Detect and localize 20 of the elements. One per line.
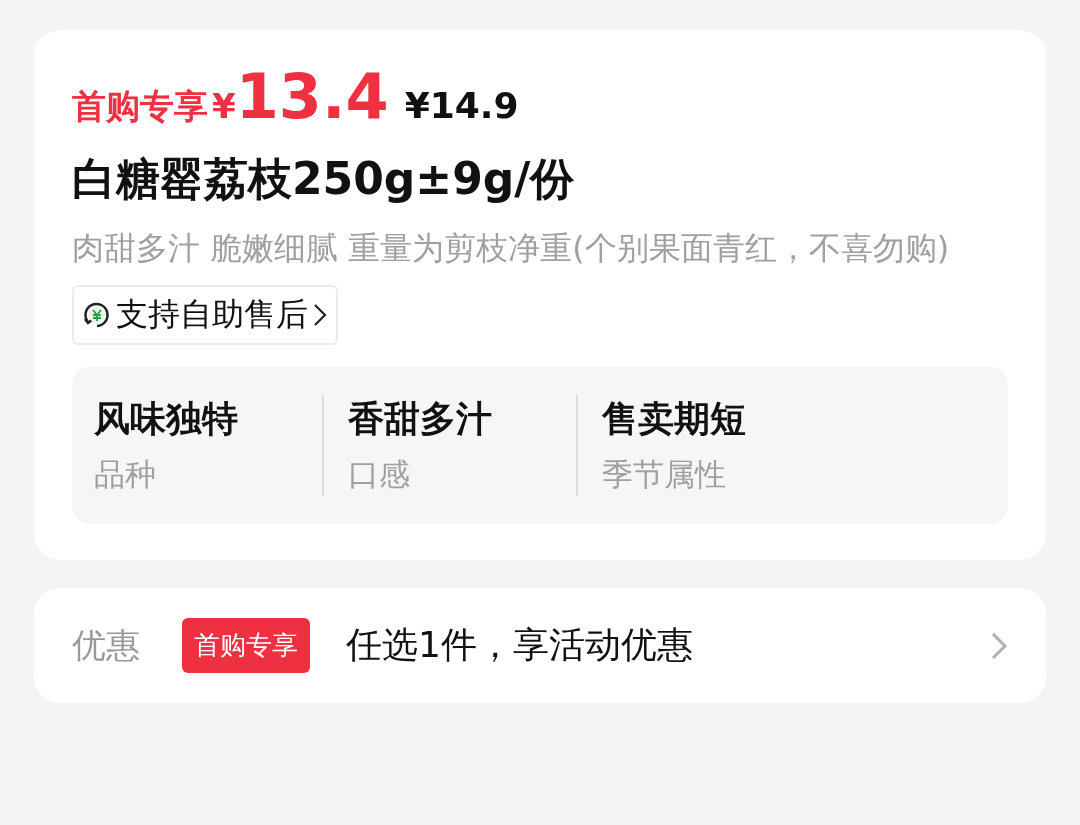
attribute-label: 品种 bbox=[94, 455, 157, 494]
promotion-badge: 首购专享 bbox=[182, 618, 310, 673]
attribute-label: 季节属性 bbox=[602, 455, 727, 494]
promo-price-label: 首购专享 bbox=[72, 89, 208, 123]
product-title: 白糖罂荔枝250g±9g/份 bbox=[72, 152, 576, 206]
product-description: 肉甜多汁 脆嫩细腻 重量为剪枝净重(个别果面青红，不喜勿购) bbox=[72, 228, 951, 269]
chevron-right-icon bbox=[990, 630, 1008, 661]
attribute-value: 香甜多汁 bbox=[348, 397, 493, 441]
promo-price: 13.4 bbox=[235, 66, 389, 128]
attribute-value: 风味独特 bbox=[94, 397, 239, 441]
original-price: ¥14.9 bbox=[404, 88, 519, 124]
yuan-refresh-icon bbox=[82, 300, 112, 330]
after-sales-chip[interactable]: 支持自助售后 bbox=[72, 285, 338, 345]
promotion-text: 任选1件，享活动优惠 bbox=[346, 623, 694, 667]
currency-symbol: ¥ bbox=[212, 89, 236, 123]
promotion-label: 优惠 bbox=[72, 623, 141, 667]
promotion-row[interactable]: 优惠 首购专享 任选1件，享活动优惠 bbox=[34, 588, 1046, 703]
chevron-right-icon bbox=[312, 302, 328, 328]
attribute-label: 口感 bbox=[348, 455, 411, 494]
attribute-value: 售卖期短 bbox=[602, 397, 747, 441]
